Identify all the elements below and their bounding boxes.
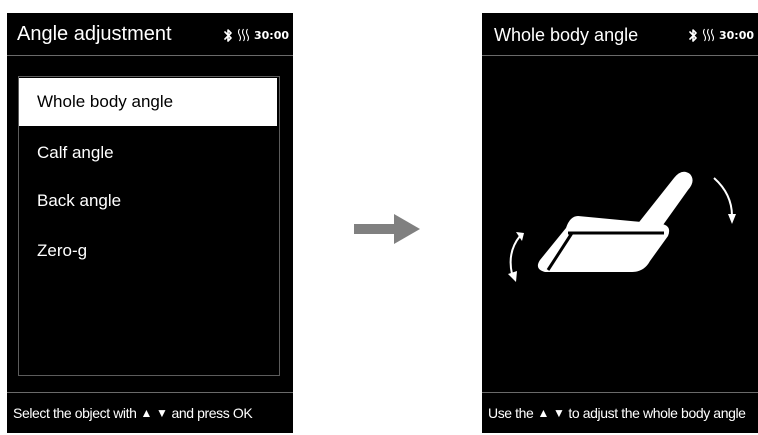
footer-text-start: Select the object with	[13, 405, 137, 421]
screen-title: Whole body angle	[494, 25, 639, 45]
status-bar: 30:00	[689, 26, 754, 44]
screen-title: Angle adjustment	[17, 23, 172, 45]
heat-icon	[702, 28, 715, 42]
menu-item-back-angle[interactable]: Back angle	[19, 177, 277, 225]
triangle-down-icon: ▼	[155, 406, 168, 420]
title-bar: Whole body angle 30:00	[482, 13, 758, 56]
footer-hint: Use the ▲ ▼ to adjust the whole body angl…	[482, 392, 758, 433]
menu-item-whole-body-angle[interactable]: Whole body angle	[19, 78, 277, 126]
menu-item-calf-angle[interactable]: Calf angle	[19, 129, 277, 177]
timer-text: 30:00	[253, 28, 289, 42]
timer-text: 30:00	[718, 28, 754, 42]
rotate-counterclockwise-icon	[508, 232, 524, 282]
angle-menu: Whole body angle Calf angle Back angle Z…	[18, 76, 280, 376]
triangle-down-icon: ▼	[552, 406, 565, 420]
footer-text-end: to adjust the whole body angle	[568, 405, 746, 421]
right-arrow-icon	[354, 214, 420, 244]
triangle-up-icon: ▲	[140, 406, 153, 420]
triangle-up-icon: ▲	[537, 406, 549, 420]
status-bar: 30:00	[224, 26, 289, 44]
menu-item-zero-g[interactable]: Zero-g	[19, 227, 277, 275]
whole-body-angle-screen: Whole body angle 30:00 Use the ▲ ▼ to ad…	[482, 13, 758, 433]
chair-illustration	[508, 171, 736, 282]
rotate-clockwise-icon	[713, 177, 736, 224]
heat-icon	[237, 28, 250, 42]
title-bar: Angle adjustment 30:00	[7, 13, 293, 56]
footer-text-start: Use the	[488, 405, 534, 421]
footer-text-end: and press OK	[171, 405, 253, 421]
bluetooth-icon	[689, 28, 697, 42]
bluetooth-icon	[224, 28, 232, 42]
massage-chair-icon	[537, 171, 693, 272]
footer-hint: Select the object with ▲ ▼ and press OK	[7, 392, 293, 433]
angle-adjustment-screen: Angle adjustment 30:00 Whole body angle …	[7, 13, 293, 433]
